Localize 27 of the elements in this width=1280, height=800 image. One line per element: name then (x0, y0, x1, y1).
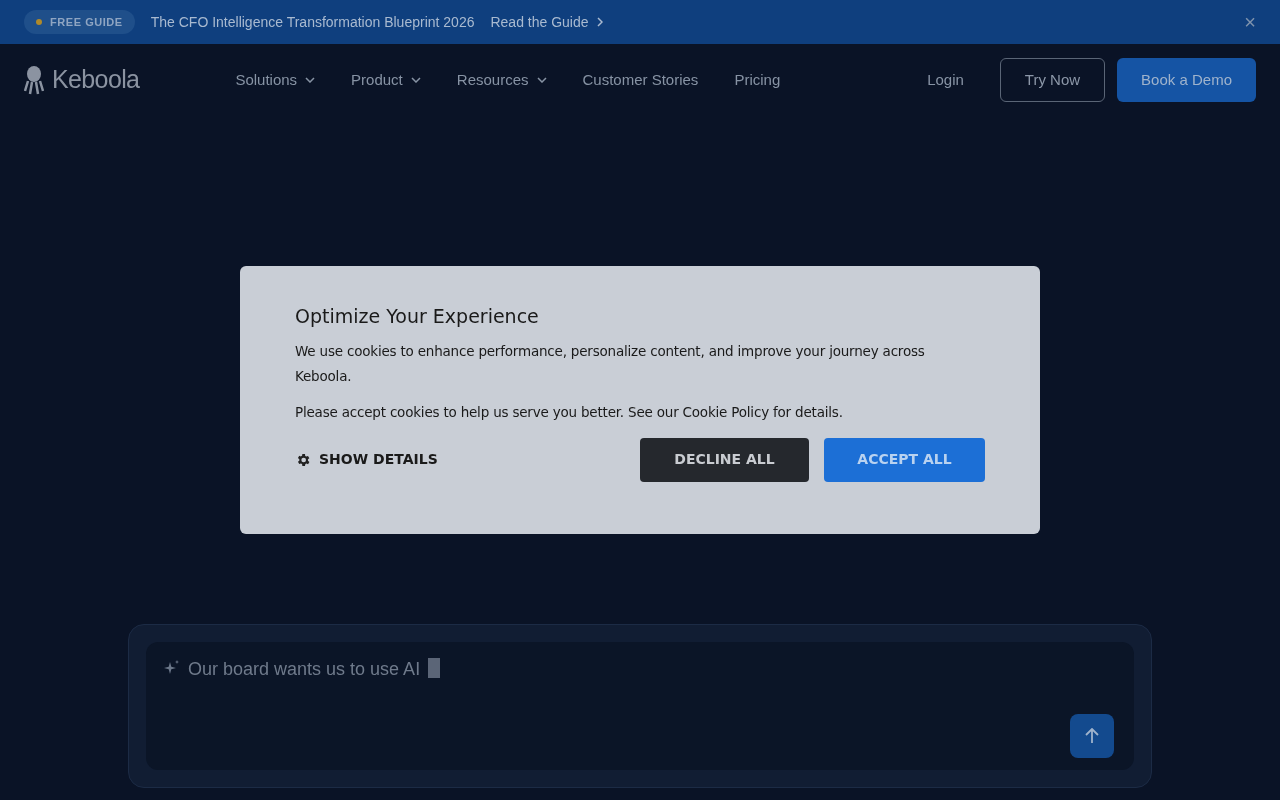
close-button[interactable]: × (1244, 12, 1256, 32)
chat-input-text: Our board wants us to use AI (188, 658, 421, 681)
book-demo-button[interactable]: Book a Demo (1117, 58, 1256, 102)
nav-link[interactable]: Solutions (235, 68, 316, 92)
arrow-up-icon (1085, 728, 1099, 744)
banner-text: The CFO Intelligence Transformation Blueprint 2026 (150, 12, 475, 32)
decline-all-button[interactable]: DECLINE ALL (640, 437, 809, 482)
show-details-button[interactable]: SHOW DETAILS (295, 449, 438, 471)
dialog-text: We use cookies to enhance performance, personalize content, and improve your journey across Keboola. (295, 341, 926, 386)
read-guide-link[interactable]: Read the Guide (490, 11, 603, 33)
nav-link[interactable]: Resources (456, 68, 547, 92)
octopus-logo-icon (24, 65, 44, 95)
guide-badge: FREE GUIDE (24, 9, 135, 35)
nav-link[interactable]: Pricing (734, 68, 781, 92)
chevron-right-icon (596, 17, 603, 27)
nav-link[interactable]: Product (351, 68, 421, 92)
dialog-title: Optimize Your Experience (295, 304, 540, 329)
logo-text: Keboola (52, 64, 140, 96)
accept-all-button[interactable]: ACCEPT ALL (824, 437, 985, 482)
nav-link[interactable]: Customer Stories (582, 68, 699, 92)
send-button[interactable] (1070, 714, 1114, 758)
login-link[interactable]: Login (927, 68, 964, 92)
dialog-text: Please accept cookies to help us serve you better. See our Cookie Policy for details. (295, 402, 844, 422)
try-now-button[interactable]: Try Now (999, 58, 1106, 102)
chat-input-field[interactable]: Our board wants us to use AI (146, 642, 1134, 770)
text-cursor (428, 658, 441, 678)
gear-icon (295, 451, 311, 468)
